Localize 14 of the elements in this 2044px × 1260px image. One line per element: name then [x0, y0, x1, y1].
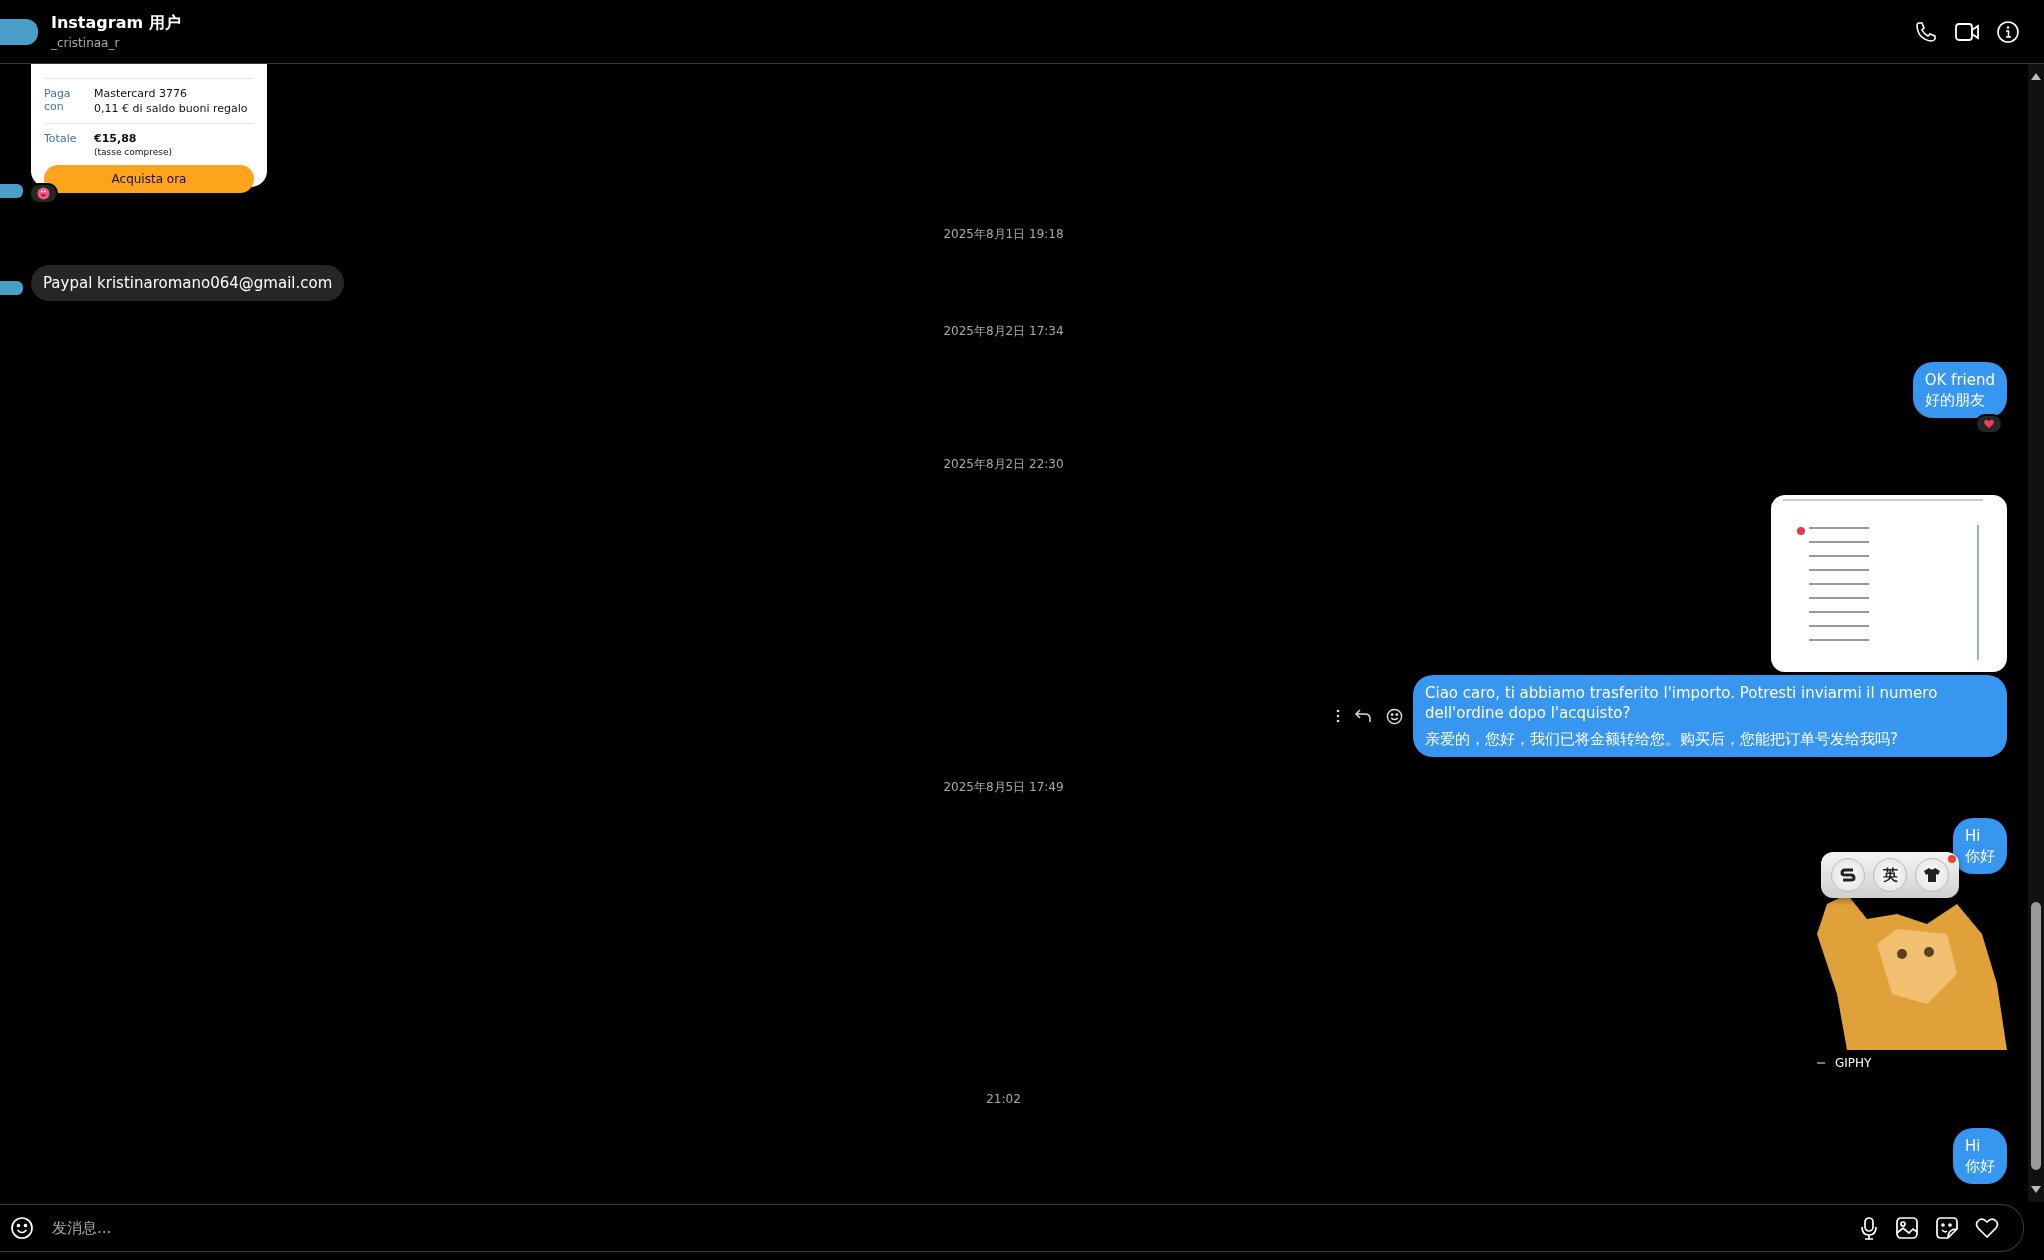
tax-note: (tasse comprese): [94, 147, 173, 157]
giphy-caption: GIPHY: [1835, 1056, 1872, 1070]
timestamp: 2025年8月2日 17:34: [943, 323, 1064, 340]
timestamp: 2025年8月2日 22:30: [943, 456, 1064, 473]
timestamp: 2025年8月1日 19:18: [943, 226, 1064, 243]
timestamp: 21:02: [986, 1092, 1021, 1106]
order-label: Totale: [44, 132, 78, 147]
order-label: Paga con: [44, 87, 72, 115]
order-total: €15,88: [94, 132, 138, 145]
order-value: Mastercard 3776: [94, 87, 188, 100]
chat-title: Instagram 用户: [51, 13, 181, 34]
timestamp: 2025年8月5日 17:49: [943, 779, 1064, 796]
order-value: 0,11 € di saldo buoni regalo: [94, 102, 248, 115]
username: _cristinaa_r: [51, 36, 121, 50]
